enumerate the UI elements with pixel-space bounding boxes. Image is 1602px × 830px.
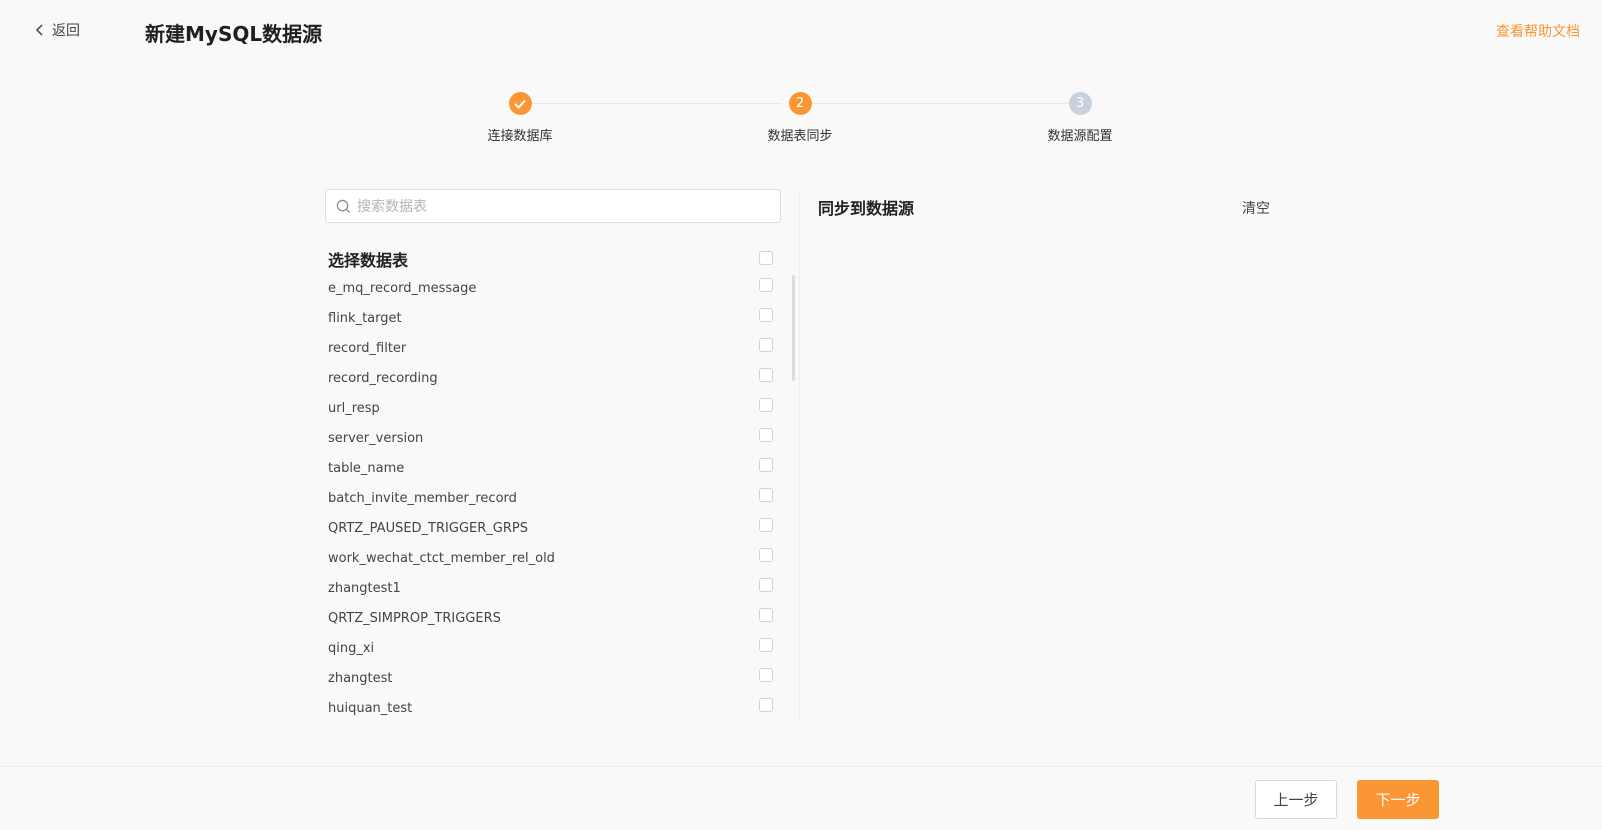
footer-divider bbox=[0, 766, 1602, 767]
table-row[interactable]: batch_invite_member_record bbox=[328, 487, 773, 517]
step-label: 数据表同步 bbox=[767, 129, 833, 144]
prev-step-button[interactable]: 上一步 bbox=[1255, 780, 1337, 819]
table-row[interactable]: QRTZ_SIMPROP_TRIGGERS bbox=[328, 607, 773, 637]
stepper: 连接数据库 2 数据表同步 3 数据源配置 bbox=[0, 92, 1602, 152]
next-step-button[interactable]: 下一步 bbox=[1357, 780, 1439, 819]
table-select-panel: 选择数据表 e_mq_record_message flink_targetrec… bbox=[325, 189, 795, 716]
table-checkbox[interactable] bbox=[759, 308, 773, 322]
table-row[interactable]: QRTZ_PAUSED_TRIGGER_GRPS bbox=[328, 517, 773, 547]
table-checkbox[interactable] bbox=[759, 458, 773, 472]
table-name: record_filter bbox=[328, 341, 407, 356]
table-checkbox[interactable] bbox=[759, 338, 773, 352]
table-list: e_mq_record_message flink_target record_fi… bbox=[328, 277, 773, 727]
table-list-scrollbar[interactable] bbox=[792, 275, 795, 381]
panel-divider bbox=[799, 189, 800, 719]
table-row[interactable]: record_filter bbox=[328, 337, 773, 367]
table-checkbox[interactable] bbox=[759, 668, 773, 682]
table-checkbox[interactable] bbox=[759, 578, 773, 592]
table-checkbox[interactable] bbox=[759, 398, 773, 412]
table-checkbox[interactable] bbox=[759, 698, 773, 712]
table-checkbox[interactable] bbox=[759, 518, 773, 532]
new-mysql-datasource-page: 返回 新建MySQL数据源 查看帮助文档 连接数据库 2 数据表同步 3 数据源… bbox=[0, 0, 1602, 830]
table-row[interactable]: work_wechat_ctct_member_rel_old bbox=[328, 547, 773, 577]
table-name: zhangtest1 bbox=[328, 581, 401, 596]
chevron-left-icon bbox=[35, 24, 43, 36]
step-label: 连接数据库 bbox=[487, 129, 553, 144]
table-checkbox[interactable] bbox=[759, 608, 773, 622]
step-datasource-config: 3 数据源配置 bbox=[1010, 92, 1150, 144]
step-label: 数据源配置 bbox=[1047, 129, 1113, 144]
table-checkbox[interactable] bbox=[759, 548, 773, 562]
table-name: zhangtest bbox=[328, 671, 393, 686]
table-checkbox[interactable] bbox=[759, 488, 773, 502]
table-name: e_mq_record_message bbox=[328, 281, 477, 296]
table-name: work_wechat_ctct_member_rel_old bbox=[328, 551, 555, 566]
table-search-box bbox=[325, 189, 781, 224]
table-row[interactable]: zhangtest1 bbox=[328, 577, 773, 607]
table-list-header: 选择数据表 bbox=[328, 247, 773, 271]
step-number: 3 bbox=[1068, 92, 1092, 115]
table-row[interactable]: qing_xi bbox=[328, 637, 773, 667]
table-row[interactable]: zhangtest bbox=[328, 667, 773, 697]
table-name: huiquan_test bbox=[328, 701, 413, 716]
table-checkbox[interactable] bbox=[759, 428, 773, 442]
back-label: 返回 bbox=[52, 23, 80, 39]
table-checkbox[interactable] bbox=[759, 368, 773, 382]
select-all-checkbox[interactable] bbox=[759, 251, 773, 265]
page-title: 新建MySQL数据源 bbox=[145, 22, 323, 46]
table-checkbox[interactable] bbox=[759, 278, 773, 292]
search-icon bbox=[336, 199, 351, 214]
table-row[interactable]: table_name bbox=[328, 457, 773, 487]
step-check-icon bbox=[508, 92, 532, 115]
step-number: 2 bbox=[788, 92, 812, 115]
table-name: QRTZ_PAUSED_TRIGGER_GRPS bbox=[328, 521, 528, 536]
table-name: flink_target bbox=[328, 311, 402, 326]
table-name: QRTZ_SIMPROP_TRIGGERS bbox=[328, 611, 501, 626]
clear-button[interactable]: 清空 bbox=[1242, 198, 1270, 218]
table-search-input[interactable] bbox=[355, 190, 779, 224]
step-connect-database: 连接数据库 bbox=[450, 92, 590, 144]
table-name: record_recording bbox=[328, 371, 438, 386]
sync-target-title: 同步到数据源 bbox=[818, 199, 915, 218]
table-name: url_resp bbox=[328, 401, 380, 416]
table-name: qing_xi bbox=[328, 641, 375, 656]
table-name: table_name bbox=[328, 461, 405, 476]
table-row[interactable]: huiquan_test bbox=[328, 697, 773, 727]
table-row[interactable]: url_resp bbox=[328, 397, 773, 427]
table-row[interactable]: flink_target bbox=[328, 307, 773, 337]
table-row[interactable]: record_recording bbox=[328, 367, 773, 397]
table-row[interactable]: e_mq_record_message bbox=[328, 277, 773, 307]
table-list-title: 选择数据表 bbox=[328, 251, 409, 270]
step-table-sync: 2 数据表同步 bbox=[730, 92, 870, 144]
table-name: server_version bbox=[328, 431, 424, 446]
back-button[interactable]: 返回 bbox=[34, 20, 80, 40]
help-docs-link[interactable]: 查看帮助文档 bbox=[1496, 21, 1580, 41]
table-name: batch_invite_member_record bbox=[328, 491, 517, 506]
table-checkbox[interactable] bbox=[759, 638, 773, 652]
table-row[interactable]: server_version bbox=[328, 427, 773, 457]
